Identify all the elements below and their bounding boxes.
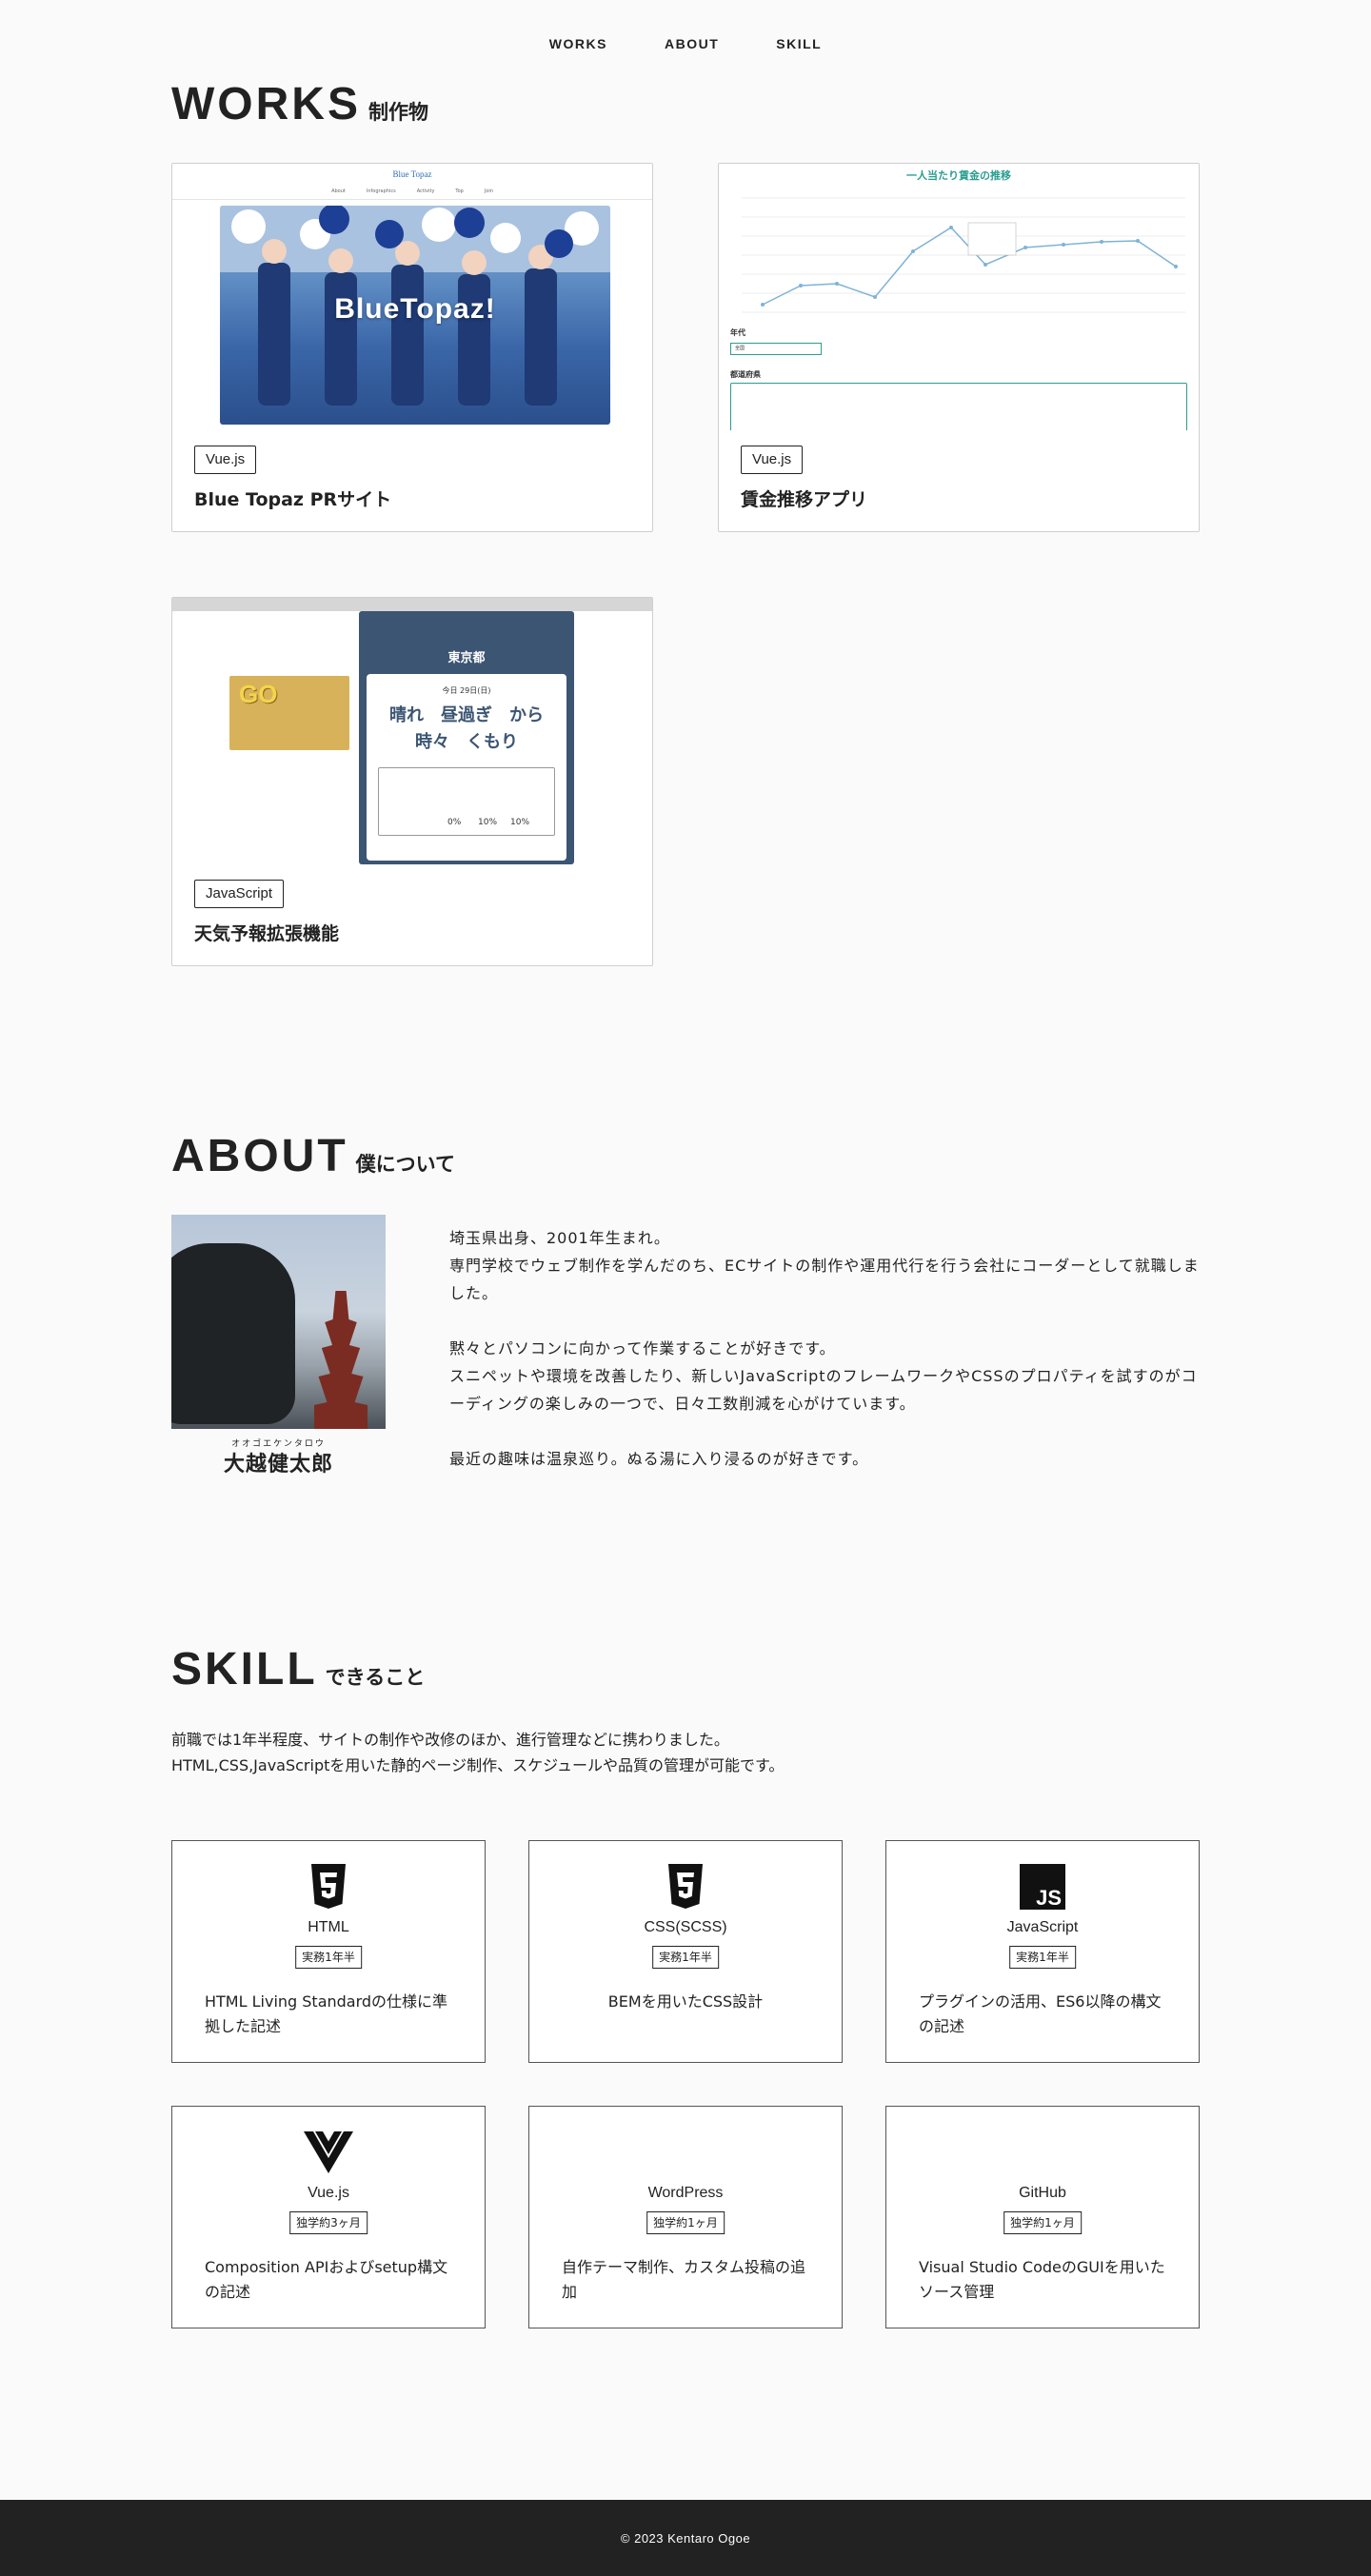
work-card-weather-extension[interactable]: GO 東京都 今日 29日(日) 晴れ 昼過ぎ から 時々 くもり 0% 10%… — [171, 597, 653, 966]
skill-description: Composition APIおよびsetup構文の記述 — [205, 2258, 448, 2301]
bio-paragraph: 埼玉県出身、2001年生まれ。 専門学校でウェブ制作を学んだのち、ECサイトの制… — [449, 1229, 1200, 1302]
thumbnail-nav-item: Activity — [416, 188, 435, 194]
skill-description: プラグインの活用、ES6以降の構文の記述 — [919, 1992, 1162, 2035]
skill-experience: 独学約1ヶ月 — [646, 2211, 725, 2234]
global-nav: WORKS ABOUT SKILL — [0, 36, 1371, 51]
nav-link-skill[interactable]: SKILL — [747, 36, 850, 51]
skill-intro-line: HTML,CSS,JavaScriptを用いた静的ページ制作、スケジュールや品質… — [171, 1756, 785, 1774]
skill-description: HTML Living Standardの仕様に準拠した記述 — [205, 1992, 448, 2035]
skill-heading: SKILL できること — [171, 1643, 425, 1695]
work-thumbnail: GO 東京都 今日 29日(日) 晴れ 昼過ぎ から 時々 くもり 0% 10%… — [172, 598, 652, 864]
tech-tag: Vue.js — [741, 446, 804, 474]
rain-chance: 10% — [478, 818, 498, 827]
skill-name: Vue.js — [308, 2185, 349, 2201]
work-card-blue-topaz[interactable]: Blue Topaz About Infographics Activity T… — [171, 163, 653, 532]
work-title: 賃金推移アプリ — [741, 489, 868, 510]
copyright: © 2023 Kentaro Ogoe — [620, 2531, 751, 2546]
skill-experience: 独学約3ヶ月 — [289, 2211, 368, 2234]
skill-name: CSS(SCSS) — [644, 1919, 727, 1935]
work-card-wage-app[interactable]: 一人当たり賃金の推移 年代 全国 都道府県 Vue.js 賃金推移アプリ — [718, 163, 1200, 532]
weather-forecast-line-1: 晴れ 昼過ぎ から — [389, 705, 544, 725]
works-heading: WORKS 制作物 — [171, 78, 428, 130]
thumbnail-label-pref: 都道府県 — [730, 370, 761, 379]
bio-paragraph: 黙々とパソコンに向かって作業することが好きです。 スニペットや環境を改善したり、… — [449, 1339, 1198, 1413]
skill-intro-line: 前職では1年半程度、サイトの制作や改修のほか、進行管理などに携わりました。 — [171, 1731, 729, 1749]
rain-chance: 10% — [510, 818, 530, 827]
work-title: Blue Topaz PRサイト — [194, 489, 392, 510]
skill-name: HTML — [308, 1919, 349, 1935]
thumbnail-label-year: 年代 — [730, 328, 745, 337]
skill-experience: 実務1年半 — [652, 1946, 719, 1969]
google-doodle: GO — [229, 676, 349, 750]
skill-intro: 前職では1年半程度、サイトの制作や改修のほか、進行管理などに携わりました。 HT… — [171, 1727, 784, 1778]
thumbnail-select: 全国 — [730, 343, 822, 355]
weather-city: 東京都 — [447, 651, 486, 665]
wage-line-chart — [742, 197, 1185, 313]
weather-forecast: 晴れ 昼過ぎ から 時々 くもり — [367, 703, 566, 756]
css3-icon — [668, 1864, 703, 1909]
work-thumbnail: Blue Topaz About Infographics Activity T… — [172, 164, 652, 430]
skill-experience: 独学約1ヶ月 — [1003, 2211, 1082, 2234]
skill-experience: 実務1年半 — [295, 1946, 362, 1969]
skill-card-wordpress: WordPress 独学約1ヶ月 自作テーマ制作、カスタム投稿の追加 — [528, 2106, 843, 2328]
skill-card-css: CSS(SCSS) 実務1年半 BEMを用いたCSS設計 — [528, 1840, 843, 2063]
thumbnail-logo: Blue Topaz — [392, 169, 432, 179]
skill-title-en: SKILL — [171, 1644, 318, 1694]
weather-popup: 東京都 今日 29日(日) 晴れ 昼過ぎ から 時々 くもり 0% 10% 10… — [359, 611, 574, 864]
skill-card-vue: Vue.js 独学約3ヶ月 Composition APIおよびsetup構文の… — [171, 2106, 486, 2328]
skill-name: WordPress — [647, 2185, 724, 2201]
thumbnail-nav-item: Top — [455, 188, 464, 194]
svg-text:JS: JS — [1036, 1886, 1062, 1910]
skill-name: GitHub — [1019, 2185, 1066, 2201]
skill-title-ja: できること — [325, 1666, 426, 1689]
work-title: 天気予報拡張機能 — [194, 923, 340, 944]
nav-link-about[interactable]: ABOUT — [636, 36, 747, 51]
skill-description: 自作テーマ制作、カスタム投稿の追加 — [562, 2258, 806, 2301]
about-title-ja: 僕について — [355, 1153, 456, 1176]
skill-experience: 実務1年半 — [1009, 1946, 1076, 1969]
skill-name: JavaScript — [1006, 1919, 1079, 1935]
profile-name: 大越健太郎 — [223, 1453, 333, 1476]
works-title-en: WORKS — [171, 79, 361, 129]
skill-card-html: HTML 実務1年半 HTML Living Standardの仕様に準拠した記… — [171, 1840, 486, 2063]
work-thumbnail: 一人当たり賃金の推移 年代 全国 都道府県 — [719, 164, 1199, 430]
footer: © 2023 Kentaro Ogoe — [0, 2500, 1371, 2576]
pagoda-shape — [314, 1291, 368, 1429]
bio-paragraph: 最近の趣味は温泉巡り。ぬる湯に入り浸るのが好きです。 — [449, 1450, 869, 1468]
person-shape — [171, 1243, 295, 1424]
html5-icon — [311, 1864, 346, 1909]
works-title-ja: 制作物 — [368, 101, 428, 124]
vue-icon — [304, 2131, 353, 2173]
thumbnail-overlay-text: BlueTopaz! — [334, 293, 496, 325]
profile-bio: 埼玉県出身、2001年生まれ。 専門学校でウェブ制作を学んだのち、ECサイトの制… — [449, 1224, 1202, 1500]
weather-date: 今日 29日(日) — [442, 686, 491, 695]
skill-description: Visual Studio CodeのGUIを用いたソース管理 — [919, 2258, 1165, 2301]
thumbnail-nav: About Infographics Activity Top Join — [172, 188, 652, 194]
weather-card: 今日 29日(日) 晴れ 昼過ぎ から 時々 くもり 0% 10% 10% — [367, 674, 566, 861]
thumbnail-checkbox-area — [730, 383, 1187, 430]
about-title-en: ABOUT — [171, 1131, 348, 1181]
weather-rain-table: 0% 10% 10% — [378, 767, 555, 836]
rain-chance: 0% — [447, 818, 462, 827]
profile-photo — [171, 1215, 386, 1429]
tech-tag: Vue.js — [194, 446, 257, 474]
about-heading: ABOUT 僕について — [171, 1130, 455, 1182]
doodle-text: GO — [239, 680, 278, 708]
page: WORKS ABOUT SKILL WORKS 制作物 Blue Topaz A… — [0, 0, 1371, 2576]
nav-link-works[interactable]: WORKS — [521, 36, 636, 51]
browser-bar — [172, 598, 652, 611]
cheerleader-photo: BlueTopaz! — [220, 206, 610, 425]
weather-forecast-line-2: 時々 くもり — [415, 732, 518, 752]
thumbnail-nav-item: Infographics — [366, 188, 396, 194]
thumbnail-chart-title: 一人当たり賃金の推移 — [906, 169, 1011, 182]
javascript-icon: JS — [1020, 1864, 1065, 1910]
skill-description: BEMを用いたCSS設計 — [607, 1992, 764, 2011]
thumbnail-nav-item: Join — [484, 188, 493, 194]
skill-card-javascript: JS JavaScript 実務1年半 プラグインの活用、ES6以降の構文の記述 — [885, 1840, 1200, 2063]
thumbnail-site-header: Blue Topaz About Infographics Activity T… — [172, 164, 652, 200]
thumbnail-nav-item: About — [331, 188, 346, 194]
tech-tag: JavaScript — [194, 880, 285, 908]
skill-card-github: GitHub 独学約1ヶ月 Visual Studio CodeのGUIを用いた… — [885, 2106, 1200, 2328]
